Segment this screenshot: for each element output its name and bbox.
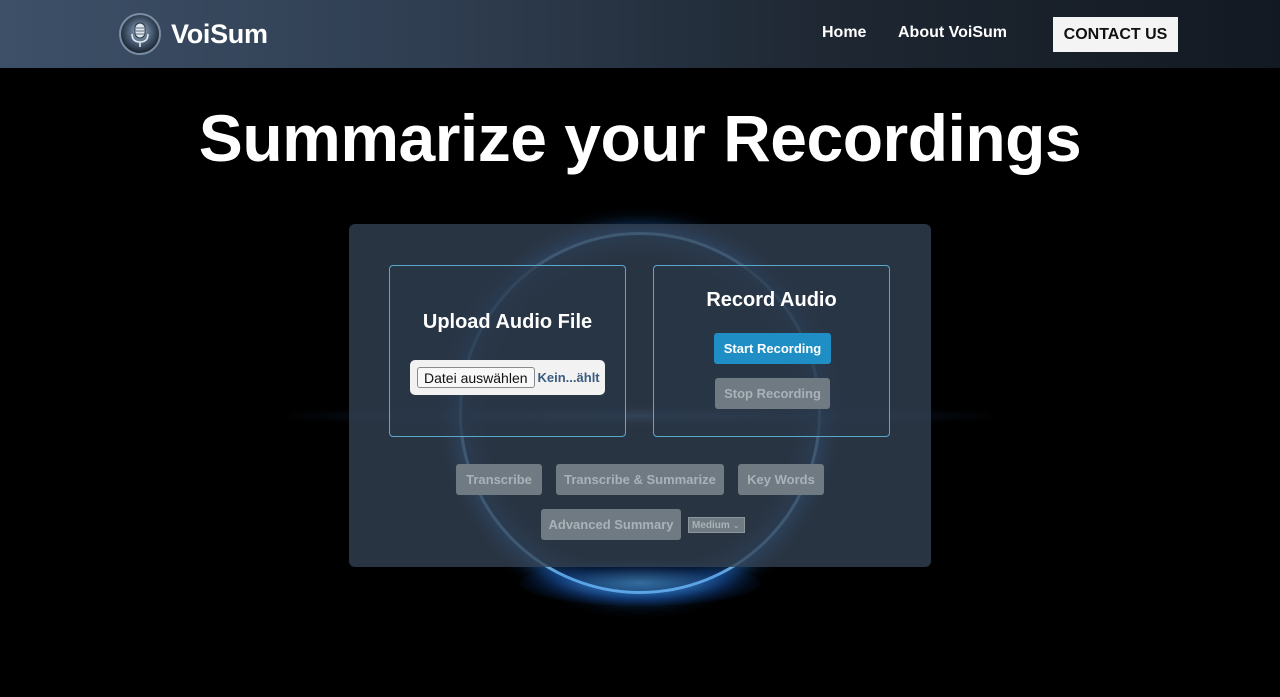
- start-recording-button[interactable]: Start Recording: [714, 333, 831, 364]
- microphone-icon: [119, 13, 161, 55]
- record-card: Record Audio Start Recording Stop Record…: [653, 265, 890, 437]
- page-title: Summarize your Recordings: [198, 101, 1082, 175]
- contact-us-button[interactable]: CONTACT US: [1053, 17, 1178, 52]
- record-title: Record Audio: [706, 289, 837, 311]
- transcribe-button[interactable]: Transcribe: [456, 464, 542, 495]
- brand-name: VoiSum: [171, 18, 268, 49]
- choose-file-button[interactable]: Datei auswählen: [417, 367, 535, 388]
- file-status: Kein...ählt: [537, 370, 600, 385]
- transcribe-summarize-button[interactable]: Transcribe & Summarize: [556, 464, 724, 495]
- file-input[interactable]: Datei auswählen Kein...ählt: [410, 360, 605, 395]
- upload-card: Upload Audio File Datei auswählen Kein..…: [389, 265, 626, 437]
- upload-title: Upload Audio File: [422, 311, 593, 333]
- chevron-down-icon: ⌄: [732, 520, 740, 530]
- nav-link-home[interactable]: Home: [822, 24, 866, 42]
- key-words-button[interactable]: Key Words: [738, 464, 824, 495]
- advanced-summary-button[interactable]: Advanced Summary: [541, 509, 681, 540]
- nav-link-about[interactable]: About VoiSum: [898, 24, 1007, 42]
- summary-length-select[interactable]: Medium ⌄: [688, 517, 745, 533]
- summary-length-value: Medium: [692, 519, 730, 531]
- main-panel: Upload Audio File Datei auswählen Kein..…: [349, 224, 931, 567]
- navbar: VoiSum Home About VoiSum CONTACT US: [0, 0, 1280, 68]
- stop-recording-button[interactable]: Stop Recording: [715, 378, 830, 409]
- brand[interactable]: VoiSum: [119, 13, 268, 55]
